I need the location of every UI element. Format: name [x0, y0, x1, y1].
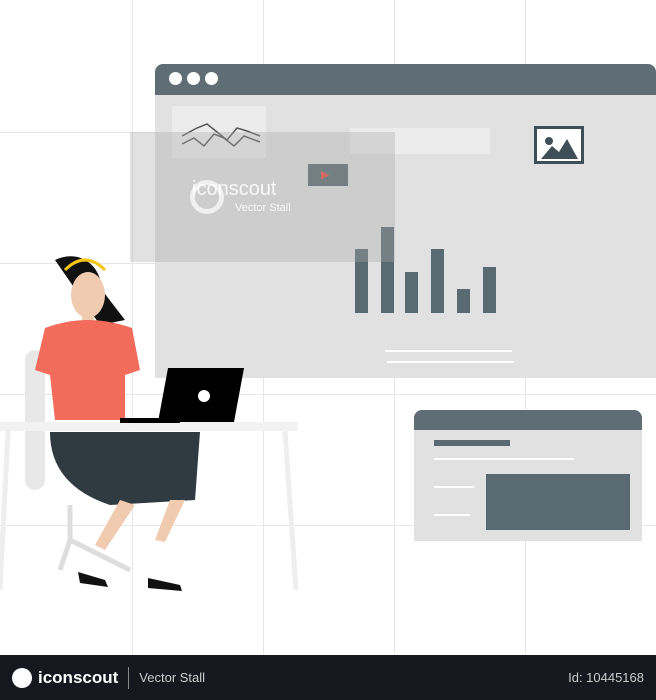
text-line: [434, 440, 510, 446]
window-dot-icon: [187, 72, 200, 85]
footer-author: Vector Stall: [139, 670, 206, 685]
watermark-overlay: iconscout Vector Stall: [130, 132, 395, 262]
window-dot-icon: [205, 72, 218, 85]
waveform-chart: [486, 474, 630, 530]
text-line: [387, 361, 514, 363]
woman-at-desk-illustration: [0, 256, 299, 591]
footer-id: Id: 10445168: [568, 670, 644, 685]
footer-brand: iconscout: [38, 667, 119, 687]
text-line: [434, 514, 470, 516]
text-line: [434, 486, 474, 488]
chart-bar: [457, 289, 470, 313]
iconscout-logo-icon: [190, 180, 224, 214]
window-dot-icon: [169, 72, 182, 85]
chart-bar: [483, 267, 496, 313]
small-window: [414, 410, 642, 541]
iconscout-logo-icon: [12, 667, 32, 688]
divider: [128, 666, 130, 689]
window-titlebar: [414, 410, 642, 430]
chart-bar: [405, 272, 418, 313]
image-icon: [534, 126, 584, 164]
text-line: [434, 458, 574, 460]
footer-bar: iconscout Vector Stall Id: 10445168: [0, 655, 656, 700]
window-titlebar: [155, 64, 656, 95]
text-line: [385, 350, 512, 352]
watermark-subtitle: Vector Stall: [235, 202, 291, 214]
chart-bar: [431, 249, 444, 313]
